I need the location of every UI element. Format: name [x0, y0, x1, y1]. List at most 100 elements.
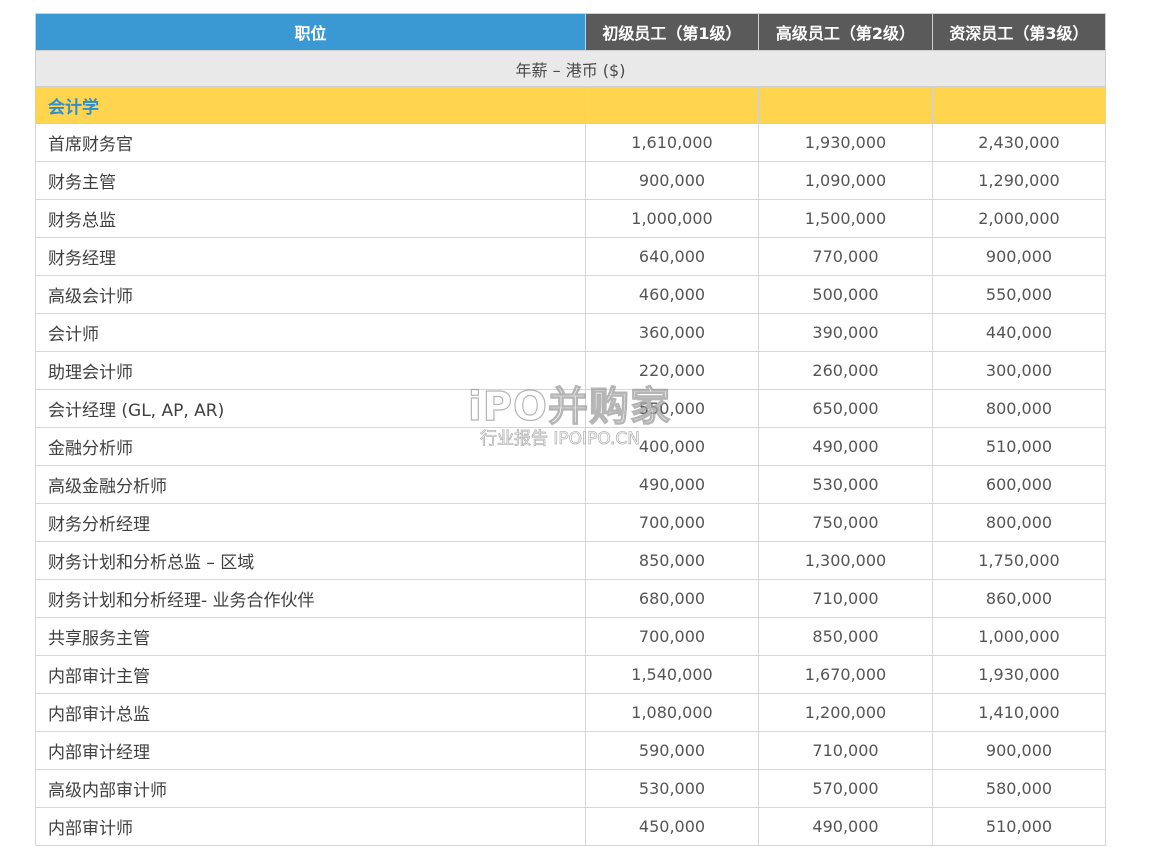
salary-level-1: 220,000	[585, 351, 759, 390]
role-name: 会计师	[35, 313, 586, 352]
role-name: 高级金融分析师	[35, 465, 586, 504]
section-title: 会计学	[35, 86, 586, 124]
table-row: 财务经理 640,000 770,000 900,000	[35, 237, 1106, 276]
salary-level-2: 1,670,000	[758, 655, 933, 694]
currency-label: 年薪 – 港币 ($)	[35, 50, 1106, 87]
salary-level-2: 1,500,000	[758, 199, 933, 238]
salary-level-1: 700,000	[585, 617, 759, 656]
role-name: 财务计划和分析总监 – 区域	[35, 541, 586, 580]
currency-row: 年薪 – 港币 ($)	[35, 50, 1106, 87]
salary-level-1: 1,540,000	[585, 655, 759, 694]
salary-level-1: 680,000	[585, 579, 759, 618]
salary-level-3: 800,000	[932, 389, 1106, 428]
salary-level-2: 570,000	[758, 769, 933, 808]
role-name: 高级内部审计师	[35, 769, 586, 808]
table-row: 财务主管 900,000 1,090,000 1,290,000	[35, 161, 1106, 200]
table-row: 财务计划和分析总监 – 区域 850,000 1,300,000 1,750,000	[35, 541, 1106, 580]
salary-level-1: 490,000	[585, 465, 759, 504]
role-name: 内部审计经理	[35, 731, 586, 770]
salary-level-2: 490,000	[758, 807, 933, 846]
salary-level-2: 850,000	[758, 617, 933, 656]
salary-level-3: 600,000	[932, 465, 1106, 504]
section-cell-empty	[758, 86, 933, 124]
salary-level-3: 1,410,000	[932, 693, 1106, 732]
salary-level-1: 450,000	[585, 807, 759, 846]
salary-level-3: 510,000	[932, 427, 1106, 466]
salary-level-3: 2,000,000	[932, 199, 1106, 238]
salary-level-3: 860,000	[932, 579, 1106, 618]
role-name: 金融分析师	[35, 427, 586, 466]
salary-level-2: 650,000	[758, 389, 933, 428]
header-level-1: 初级员工（第1级）	[585, 13, 759, 51]
salary-level-1: 460,000	[585, 275, 759, 314]
salary-level-3: 550,000	[932, 275, 1106, 314]
role-name: 内部审计总监	[35, 693, 586, 732]
salary-level-3: 510,000	[932, 807, 1106, 846]
salary-level-3: 300,000	[932, 351, 1106, 390]
table-row: 高级会计师 460,000 500,000 550,000	[35, 275, 1106, 314]
salary-level-3: 800,000	[932, 503, 1106, 542]
salary-level-1: 1,610,000	[585, 123, 759, 162]
salary-level-3: 2,430,000	[932, 123, 1106, 162]
salary-level-2: 750,000	[758, 503, 933, 542]
role-name: 财务总监	[35, 199, 586, 238]
section-cell-empty	[932, 86, 1106, 124]
salary-level-2: 1,930,000	[758, 123, 933, 162]
salary-level-1: 850,000	[585, 541, 759, 580]
role-name: 内部审计师	[35, 807, 586, 846]
role-name: 首席财务官	[35, 123, 586, 162]
role-name: 财务经理	[35, 237, 586, 276]
role-name: 高级会计师	[35, 275, 586, 314]
header-role: 职位	[35, 13, 586, 51]
header-row: 职位 初级员工（第1级） 高级员工（第2级） 资深员工（第3级）	[35, 13, 1106, 51]
role-name: 财务分析经理	[35, 503, 586, 542]
table-row: 财务计划和分析经理- 业务合作伙伴 680,000 710,000 860,000	[35, 579, 1106, 618]
salary-level-3: 900,000	[932, 731, 1106, 770]
header-level-3: 资深员工（第3级）	[932, 13, 1106, 51]
salary-level-2: 710,000	[758, 579, 933, 618]
header-level-2: 高级员工（第2级）	[758, 13, 933, 51]
table-row: 内部审计主管 1,540,000 1,670,000 1,930,000	[35, 655, 1106, 694]
role-name: 内部审计主管	[35, 655, 586, 694]
salary-level-1: 1,080,000	[585, 693, 759, 732]
salary-level-1: 700,000	[585, 503, 759, 542]
section-cell-empty	[585, 86, 759, 124]
salary-level-2: 710,000	[758, 731, 933, 770]
table-row: 高级内部审计师 530,000 570,000 580,000	[35, 769, 1106, 808]
table-row: 金融分析师 400,000 490,000 510,000	[35, 427, 1106, 466]
salary-level-2: 1,200,000	[758, 693, 933, 732]
salary-level-2: 260,000	[758, 351, 933, 390]
salary-level-2: 390,000	[758, 313, 933, 352]
role-name: 财务主管	[35, 161, 586, 200]
role-name: 助理会计师	[35, 351, 586, 390]
table-row: 内部审计总监 1,080,000 1,200,000 1,410,000	[35, 693, 1106, 732]
table-row: 财务分析经理 700,000 750,000 800,000	[35, 503, 1106, 542]
table-row: 内部审计经理 590,000 710,000 900,000	[35, 731, 1106, 770]
salary-level-1: 550,000	[585, 389, 759, 428]
section-row: 会计学	[35, 86, 1106, 124]
salary-level-3: 900,000	[932, 237, 1106, 276]
role-name: 会计经理 (GL, AP, AR)	[35, 389, 586, 428]
salary-level-3: 1,750,000	[932, 541, 1106, 580]
role-name: 财务计划和分析经理- 业务合作伙伴	[35, 579, 586, 618]
table-row: 会计师 360,000 390,000 440,000	[35, 313, 1106, 352]
salary-table: 职位 初级员工（第1级） 高级员工（第2级） 资深员工（第3级） 年薪 – 港币…	[35, 13, 1106, 846]
salary-level-3: 1,000,000	[932, 617, 1106, 656]
table-row: 首席财务官 1,610,000 1,930,000 2,430,000	[35, 123, 1106, 162]
table-row: 会计经理 (GL, AP, AR) 550,000 650,000 800,000	[35, 389, 1106, 428]
table-row: 高级金融分析师 490,000 530,000 600,000	[35, 465, 1106, 504]
salary-level-1: 1,000,000	[585, 199, 759, 238]
role-name: 共享服务主管	[35, 617, 586, 656]
salary-level-1: 900,000	[585, 161, 759, 200]
salary-level-3: 440,000	[932, 313, 1106, 352]
salary-level-2: 770,000	[758, 237, 933, 276]
table-row: 财务总监 1,000,000 1,500,000 2,000,000	[35, 199, 1106, 238]
table-row: 助理会计师 220,000 260,000 300,000	[35, 351, 1106, 390]
salary-level-2: 1,090,000	[758, 161, 933, 200]
salary-level-3: 580,000	[932, 769, 1106, 808]
salary-level-1: 360,000	[585, 313, 759, 352]
salary-level-2: 490,000	[758, 427, 933, 466]
salary-level-1: 530,000	[585, 769, 759, 808]
salary-level-1: 400,000	[585, 427, 759, 466]
salary-level-2: 530,000	[758, 465, 933, 504]
